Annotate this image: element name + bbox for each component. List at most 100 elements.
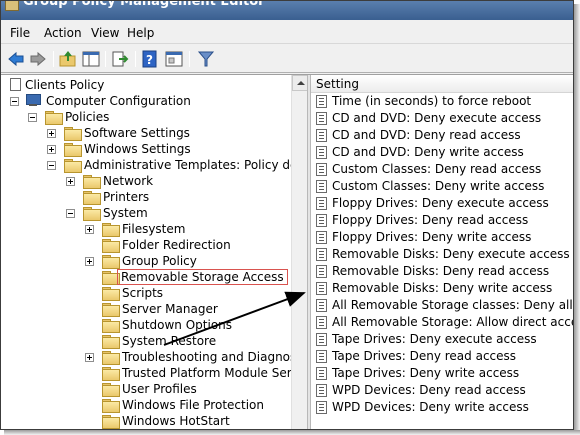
show-hide-tree-icon[interactable] [82, 50, 100, 68]
policy-setting-icon [316, 282, 327, 295]
expand-toggle[interactable] [66, 177, 75, 186]
export-list-icon[interactable] [111, 50, 129, 68]
setting-row[interactable]: Tape Drives: Deny write access [311, 365, 573, 382]
expand-toggle[interactable] [85, 353, 94, 362]
toolbar: ? [1, 45, 573, 73]
menu-action[interactable]: Action [44, 26, 82, 40]
folder-icon [102, 335, 120, 349]
selected-node-highlight: Removable Storage Access [117, 269, 288, 285]
setting-row[interactable]: Floppy Drives: Deny write access [311, 229, 573, 246]
setting-label: Floppy Drives: Deny read access [332, 213, 529, 227]
setting-row[interactable]: CD and DVD: Deny write access [311, 144, 573, 161]
properties-icon[interactable] [165, 50, 183, 68]
setting-row[interactable]: WPD Devices: Deny write access [311, 399, 573, 416]
setting-row[interactable]: Tape Drives: Deny execute access [311, 331, 573, 348]
folder-icon [102, 351, 120, 365]
expand-toggle[interactable] [85, 257, 94, 266]
folder-icon [102, 319, 120, 333]
setting-row[interactable]: Removable Disks: Deny write access [311, 280, 573, 297]
policy-setting-icon [316, 214, 327, 227]
policy-setting-icon [316, 146, 327, 159]
policy-setting-icon [316, 384, 327, 397]
policy-setting-icon [316, 231, 327, 244]
folder-icon [83, 191, 101, 205]
tree-scrollbar[interactable] [291, 75, 308, 429]
policy-setting-icon [316, 197, 327, 210]
setting-label: CD and DVD: Deny write access [332, 145, 524, 159]
policy-setting-icon [316, 333, 327, 346]
setting-label: All Removable Storage classes: Deny all … [332, 298, 573, 312]
setting-label: Removable Disks: Deny execute access [332, 247, 570, 261]
policy-setting-icon [316, 180, 327, 193]
setting-row[interactable]: Floppy Drives: Deny execute access [311, 195, 573, 212]
content-area: Clients Policy Computer Configuration Po… [1, 74, 573, 429]
folder-icon [64, 127, 82, 141]
policy-setting-icon [316, 316, 327, 329]
setting-row[interactable]: Time (in seconds) to force reboot [311, 93, 573, 110]
setting-label: WPD Devices: Deny write access [332, 400, 529, 414]
setting-row[interactable]: All Removable Storage classes: Deny all … [311, 297, 573, 314]
scroll-up-button[interactable] [292, 75, 308, 91]
setting-row[interactable]: Removable Disks: Deny execute access [311, 246, 573, 263]
setting-label: WPD Devices: Deny read access [332, 383, 526, 397]
menu-view[interactable]: View [91, 26, 119, 40]
folder-icon [102, 239, 120, 253]
folder-icon [102, 271, 120, 285]
collapse-toggle[interactable] [47, 161, 56, 170]
computer-icon [25, 94, 41, 107]
svg-text:?: ? [146, 53, 153, 67]
setting-label: Custom Classes: Deny read access [332, 162, 542, 176]
setting-row[interactable]: Custom Classes: Deny write access [311, 178, 573, 195]
collapse-toggle[interactable] [28, 113, 37, 122]
policy-doc-icon [10, 78, 21, 91]
window-title: Group Policy Management Editor [23, 1, 265, 9]
menu-file[interactable]: File [10, 26, 30, 40]
setting-label: Floppy Drives: Deny execute access [332, 196, 549, 210]
folder-icon [102, 255, 120, 269]
filter-icon[interactable] [197, 50, 215, 68]
setting-label: Removable Disks: Deny read access [332, 264, 550, 278]
setting-label: CD and DVD: Deny execute access [332, 111, 542, 125]
folder-icon [102, 223, 120, 237]
setting-label: Time (in seconds) to force reboot [332, 94, 532, 108]
expand-toggle[interactable] [85, 225, 94, 234]
policy-setting-icon [316, 299, 327, 312]
collapse-toggle[interactable] [66, 209, 75, 218]
up-folder-icon[interactable] [59, 50, 77, 68]
policy-setting-icon [316, 350, 327, 363]
folder-icon [102, 367, 120, 381]
setting-label: Floppy Drives: Deny write access [332, 230, 532, 244]
folder-icon [102, 287, 120, 301]
folder-icon [64, 159, 82, 173]
folder-icon [64, 143, 82, 157]
policy-setting-icon [316, 367, 327, 380]
setting-row[interactable]: CD and DVD: Deny read access [311, 127, 573, 144]
forward-arrow-icon[interactable] [29, 50, 47, 68]
policy-setting-icon [316, 248, 327, 261]
policy-setting-icon [316, 129, 327, 142]
menu-bar: File Action View Help [1, 22, 573, 44]
collapse-toggle[interactable] [10, 97, 19, 106]
folder-icon [83, 207, 101, 221]
console-tree: Clients Policy Computer Configuration Po… [1, 75, 291, 429]
menu-help[interactable]: Help [127, 26, 154, 40]
help-icon[interactable]: ? [141, 50, 159, 68]
setting-row[interactable]: CD and DVD: Deny execute access [311, 110, 573, 127]
expand-toggle[interactable] [47, 129, 56, 138]
setting-row[interactable]: Custom Classes: Deny read access [311, 161, 573, 178]
folder-icon [102, 415, 120, 429]
window-shadow-bottom [4, 430, 580, 435]
expand-toggle[interactable] [47, 145, 56, 154]
back-arrow-icon[interactable] [7, 50, 25, 68]
folder-icon [102, 303, 120, 317]
column-header-setting[interactable]: Setting [311, 75, 573, 93]
folder-icon [45, 111, 63, 125]
setting-row[interactable]: Removable Disks: Deny read access [311, 263, 573, 280]
setting-label: Removable Disks: Deny write access [332, 281, 553, 295]
setting-row[interactable]: All Removable Storage: Allow direct acce… [311, 314, 573, 331]
title-bar[interactable]: Group Policy Management Editor [1, 1, 573, 20]
setting-label: Tape Drives: Deny read access [332, 349, 517, 363]
setting-row[interactable]: Floppy Drives: Deny read access [311, 212, 573, 229]
setting-row[interactable]: Tape Drives: Deny read access [311, 348, 573, 365]
setting-row[interactable]: WPD Devices: Deny read access [311, 382, 573, 399]
